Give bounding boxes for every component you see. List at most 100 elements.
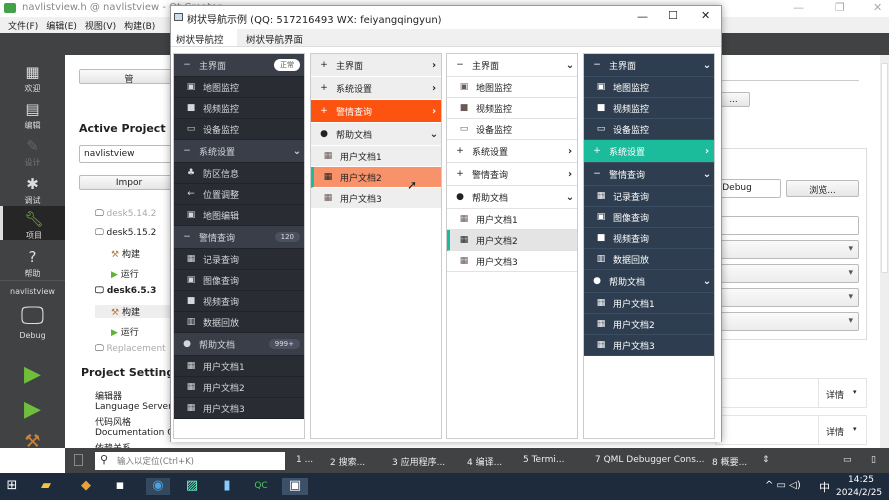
nav-item-记录查询[interactable]: ▦ 记录查询 [584, 186, 714, 207]
nav-item-用户文档2[interactable]: ▦ 用户文档2 [174, 377, 304, 398]
nav-item-防区信息[interactable]: ♣ 防区信息 [174, 163, 304, 184]
close-button[interactable]: ✕ [701, 9, 710, 22]
nav-group-警情查询[interactable]: + 警情查询 › [311, 100, 441, 123]
settings-item[interactable]: 代码风格 [95, 415, 131, 428]
nav-item-设备监控[interactable]: ▭ 设备监控 [584, 119, 714, 140]
nav-group-主界面[interactable]: − 主界面 ⌄ [447, 54, 577, 77]
target-selector[interactable]: 🖵︎ Debug [0, 301, 65, 340]
kit-tree-item[interactable]: ⚒ 构建 [95, 305, 175, 318]
nav-group-系统设置[interactable]: − 系统设置 ⌄ [174, 140, 304, 163]
mode-edit[interactable]: ▤ 编辑 [0, 100, 65, 131]
maximize-button[interactable]: ☐ [668, 9, 678, 22]
minimize-button[interactable]: — [637, 10, 648, 23]
menu-file[interactable]: 文件(F) [8, 19, 38, 32]
output-tab-1[interactable]: 1 ... [296, 455, 313, 465]
project-combo[interactable]: navlistview [79, 145, 179, 163]
nav-item-用户文档1[interactable]: ▦ 用户文档1 [584, 293, 714, 314]
settings-item[interactable]: Documentation C [95, 428, 174, 438]
nav-item-用户文档2[interactable]: ▦ 用户文档2 [311, 167, 441, 188]
nav-item-用户文档3[interactable]: ▦ 用户文档3 [311, 188, 441, 209]
settings-item[interactable]: 编辑器 [95, 389, 122, 402]
details-toggle[interactable]: 详情 [826, 388, 844, 401]
kit-tree-item[interactable]: 🖵︎ Replacement [95, 344, 166, 354]
nav-item-视频查询[interactable]: ■ 视频查询 [584, 228, 714, 249]
output-tab-terminal[interactable]: 5 Termi... [523, 455, 564, 465]
kit-tree-item[interactable]: ▶ 运行 [111, 267, 139, 280]
mode-design[interactable]: ✎ 设计 [0, 137, 65, 168]
output-toggle-icon[interactable]: ▯ [871, 455, 876, 465]
media-player-icon[interactable]: ◉ [146, 478, 170, 495]
mode-welcome[interactable]: ▦ 欢迎 [0, 63, 65, 94]
nav-item-数据回放[interactable]: ▥ 数据回放 [174, 312, 304, 333]
output-tab-qml-debugger[interactable]: 7 QML Debugger Cons... [595, 455, 705, 465]
start-icon[interactable]: ⊞ [3, 478, 21, 495]
nav-item-设备监控[interactable]: ▭ 设备监控 [447, 119, 577, 140]
nav-group-主界面[interactable]: − 主界面 ⌄ [584, 54, 714, 77]
close-button[interactable]: ✕ [873, 1, 882, 14]
text-field[interactable] [715, 216, 859, 235]
sidebar-toggle-icon[interactable] [74, 454, 83, 466]
manage-kits-button[interactable]: 管 [79, 69, 179, 85]
debug-run-button[interactable]: ▶ [0, 397, 65, 422]
nav-group-主界面[interactable]: − 主界面 正常 [174, 54, 304, 77]
kit-tree-item[interactable]: 🖵︎ desk5.15.2 [95, 228, 156, 238]
nav-group-系统设置[interactable]: + 系统设置 › [584, 140, 714, 163]
tree-nav-app-taskbar-icon[interactable]: ▣ [282, 478, 308, 495]
minimize-button[interactable]: — [793, 1, 804, 14]
settings-item[interactable]: Language Server [95, 402, 172, 412]
maximize-button[interactable]: ❐ [835, 1, 845, 14]
locator-input[interactable]: ⚲ 输入以定位(Ctrl+K) [95, 452, 285, 470]
output-tab-app[interactable]: 3 应用程序... [392, 455, 445, 468]
nav-item-图像查询[interactable]: ▣ 图像查询 [174, 270, 304, 291]
kit-tree-item[interactable]: 🖵︎ desk5.14.2 [95, 209, 156, 219]
mode-debug[interactable]: ✱ 调试 [0, 175, 65, 206]
nav-item-地图监控[interactable]: ▣ 地图监控 [174, 77, 304, 98]
kit-tree-item[interactable]: ⚒ 构建 [111, 247, 140, 260]
nav-item-用户文档3[interactable]: ▦ 用户文档3 [174, 398, 304, 419]
menu-view[interactable]: 视图(V) [85, 19, 116, 32]
nav-item-位置调整[interactable]: ← 位置调整 [174, 184, 304, 205]
nav-item-图像查询[interactable]: ▣ 图像查询 [584, 207, 714, 228]
nav-group-主界面[interactable]: + 主界面 › [311, 54, 441, 77]
nav-item-数据回放[interactable]: ▥ 数据回放 [584, 249, 714, 270]
nav-group-警情查询[interactable]: − 警情查询 120 [174, 226, 304, 249]
combo-4[interactable] [715, 312, 859, 331]
nav-item-视频监控[interactable]: ■ 视频监控 [584, 98, 714, 119]
nav-group-帮助文档[interactable]: ● 帮助文档 ⌄ [447, 186, 577, 209]
mode-help[interactable]: ? 帮助 [0, 248, 65, 279]
file-explorer-icon[interactable]: ▰ [37, 478, 55, 495]
notepad-icon[interactable]: ▮ [218, 478, 236, 495]
nav-item-记录查询[interactable]: ▦ 记录查询 [174, 249, 304, 270]
nav-item-用户文档2[interactable]: ▦ 用户文档2 [447, 230, 577, 251]
output-tab-overview[interactable]: 8 概要... [712, 455, 747, 468]
menu-edit[interactable]: 编辑(E) [46, 19, 77, 32]
output-tab-search[interactable]: 2 搜索... [330, 455, 365, 468]
nav-item-视频监控[interactable]: ■ 视频监控 [447, 98, 577, 119]
details-toggle[interactable]: 详情 [826, 425, 844, 438]
combo-2[interactable] [715, 264, 859, 283]
browse-button[interactable]: 浏览... [786, 180, 859, 197]
nav-group-帮助文档[interactable]: ● 帮助文档 ⌄ [584, 270, 714, 293]
tab-tree-nav-control[interactable]: 树状导航控件 [171, 29, 237, 60]
nav-group-帮助文档[interactable]: ● 帮助文档 999+ [174, 333, 304, 356]
git-icon[interactable]: ◆ [77, 478, 95, 495]
qt-creator-taskbar-icon[interactable]: QC [252, 481, 270, 498]
ime-indicator[interactable]: 中 [819, 479, 830, 495]
nav-group-警情查询[interactable]: + 警情查询 › [447, 163, 577, 186]
nav-item-设备监控[interactable]: ▭ 设备监控 [174, 119, 304, 140]
nav-group-警情查询[interactable]: − 警情查询 ⌄ [584, 163, 714, 186]
nav-item-用户文档3[interactable]: ▦ 用户文档3 [447, 251, 577, 272]
nav-item-地图编辑[interactable]: ▣ 地图编辑 [174, 205, 304, 226]
clock-time[interactable]: 14:25 [848, 475, 874, 485]
combo-1[interactable] [715, 240, 859, 259]
nav-item-用户文档2[interactable]: ▦ 用户文档2 [584, 314, 714, 335]
image-app-icon[interactable]: ▨ [183, 478, 201, 495]
menu-build[interactable]: 构建(B) [124, 19, 155, 32]
nav-item-视频查询[interactable]: ■ 视频查询 [174, 291, 304, 312]
mode-projects[interactable]: 🔧︎ 项目 [0, 206, 65, 240]
tray-icons[interactable]: ^ ▭ ◁) [765, 480, 801, 491]
build-button[interactable]: ⚒ [0, 431, 65, 452]
nav-item-用户文档1[interactable]: ▦ 用户文档1 [174, 356, 304, 377]
kit-tree-item[interactable]: ▶ 运行 [111, 325, 139, 338]
combo-3[interactable] [715, 288, 859, 307]
